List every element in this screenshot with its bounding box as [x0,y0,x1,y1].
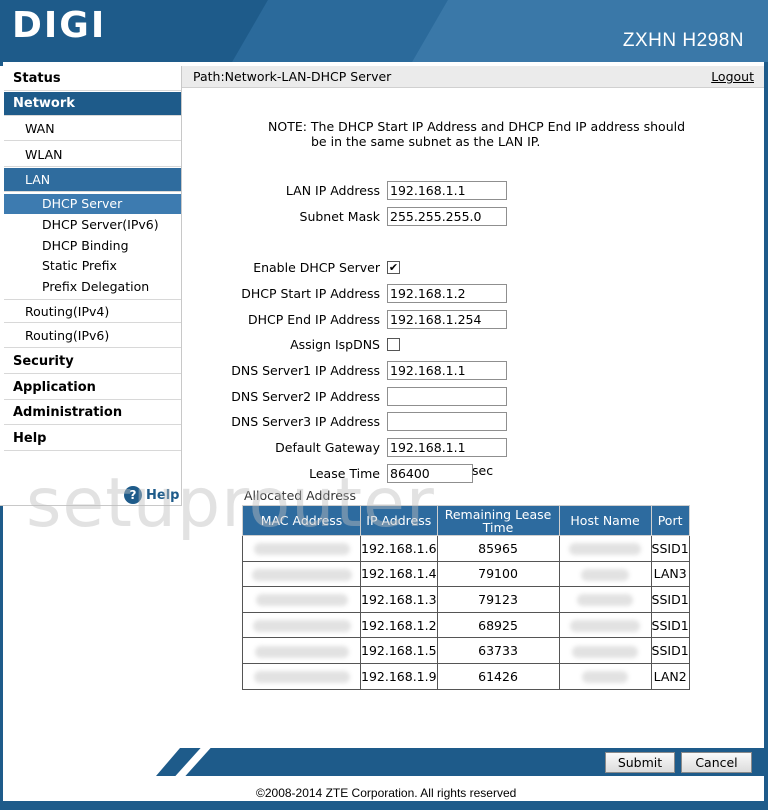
ip-address-cell: 192.168.1.3 [360,586,438,613]
note-line: NOTE: The DHCP Start IP Address and DHCP… [268,119,686,134]
mac-address-cell [242,637,361,664]
logout-link[interactable]: Logout [711,69,754,84]
assign-isp-dns-label: Assign IspDNS [290,337,380,352]
allocated-address-table: MAC Address IP Address Remaining Lease T… [242,505,690,690]
cancel-button[interactable]: Cancel [681,752,752,773]
host-name-cell [558,611,652,639]
mac-address-cell [242,586,361,613]
col-remaining-lease: Remaining Lease Time [436,505,560,536]
dns1-label: DNS Server1 IP Address [231,363,380,378]
dhcp-end-input[interactable] [387,310,507,329]
right-frame-border [764,62,768,802]
table-row: 192.168.1.3 79123 SSID1 [242,586,690,613]
table-row: 192.168.1.5 63733 SSID1 [242,637,690,664]
subnet-mask-label: Subnet Mask [299,209,380,224]
col-mac-address: MAC Address [242,505,361,536]
subnet-mask-input[interactable] [387,207,507,226]
path-bar: Path:Network-LAN-DHCP Server Logout [182,66,764,88]
port-cell: LAN3 [650,560,690,588]
ip-address-cell: 192.168.1.9 [360,662,438,690]
table-row: 192.168.1.2 68925 SSID1 [242,611,690,639]
enable-dhcp-checkbox[interactable]: ✔ [387,261,400,274]
note-line: be in the same subnet as the LAN IP. [311,134,541,149]
nav-wan[interactable]: WAN [4,117,181,141]
help-link[interactable]: ? Help [124,484,179,506]
lease-time-cell: 79123 [436,586,560,613]
ip-address-cell: 192.168.1.6 [360,535,438,562]
col-host-name: Host Name [558,505,652,536]
dns3-label: DNS Server3 IP Address [231,414,380,429]
bottom-bar-stripe [175,748,211,776]
dns1-input[interactable] [387,361,507,380]
lease-time-cell: 63733 [436,637,560,664]
dns2-input[interactable] [387,387,507,406]
help-link-label: Help [146,487,180,503]
model-name: ZXHN H298N [622,30,744,51]
nav-dhcp-binding[interactable]: DHCP Binding [4,236,181,256]
lease-time-input[interactable] [387,464,473,483]
lease-time-cell: 79100 [436,560,560,588]
lan-ip-input[interactable] [387,181,507,200]
footer-strip [0,801,768,810]
dhcp-start-label: DHCP Start IP Address [241,286,380,301]
dhcp-start-input[interactable] [387,284,507,303]
nav-network[interactable]: Network [4,92,181,116]
lease-time-cell: 61426 [436,662,560,690]
lease-time-label: Lease Time [309,466,380,481]
host-name-cell [558,535,652,562]
allocated-address-title: Allocated Address [244,488,356,503]
dhcp-note: NOTE: The DHCP Start IP Address and DHCP… [268,119,708,149]
header-banner: DIGI ZXHN H298N [0,0,768,62]
mac-address-cell [242,662,361,690]
lease-time-cell: 68925 [436,611,560,639]
port-cell: SSID1 [650,535,690,562]
default-gateway-input[interactable] [387,438,507,457]
dns2-label: DNS Server2 IP Address [231,389,380,404]
col-port: Port [650,505,690,536]
nav-wlan[interactable]: WLAN [4,143,181,167]
lease-time-unit: sec [472,463,494,478]
dns3-input[interactable] [387,412,507,431]
port-cell: SSID1 [650,611,690,639]
copyright: ©2008-2014 ZTE Corporation. All rights r… [256,786,517,800]
help-question-icon: ? [124,486,142,504]
host-name-cell [558,560,652,588]
enable-dhcp-label: Enable DHCP Server [253,260,380,275]
ip-address-cell: 192.168.1.4 [360,560,438,588]
table-row: 192.168.1.6 85965 SSID1 [242,535,690,562]
port-cell: LAN2 [650,662,690,690]
mac-address-cell [242,560,361,588]
default-gateway-label: Default Gateway [275,440,380,455]
nav-status[interactable]: Status [4,67,181,91]
host-name-cell [558,586,652,613]
ip-address-cell: 192.168.1.2 [360,611,438,639]
mac-address-cell [242,611,361,639]
host-name-cell [558,662,652,690]
submit-button[interactable]: Submit [605,752,675,773]
col-ip-address: IP Address [360,505,438,536]
table-row: 192.168.1.9 61426 LAN2 [242,662,690,690]
mac-address-cell [242,535,361,562]
digi-logo: DIGI [12,5,107,46]
lease-time-cell: 85965 [436,535,560,562]
host-name-cell [558,637,652,664]
table-row: 192.168.1.4 79100 LAN3 [242,560,690,588]
lan-ip-label: LAN IP Address [285,183,380,198]
ip-address-cell: 192.168.1.5 [360,637,438,664]
port-cell: SSID1 [650,637,690,664]
breadcrumb: Path:Network-LAN-DHCP Server [193,69,392,84]
assign-isp-dns-checkbox[interactable] [387,338,400,351]
dhcp-end-label: DHCP End IP Address [248,312,380,327]
port-cell: SSID1 [650,586,690,613]
